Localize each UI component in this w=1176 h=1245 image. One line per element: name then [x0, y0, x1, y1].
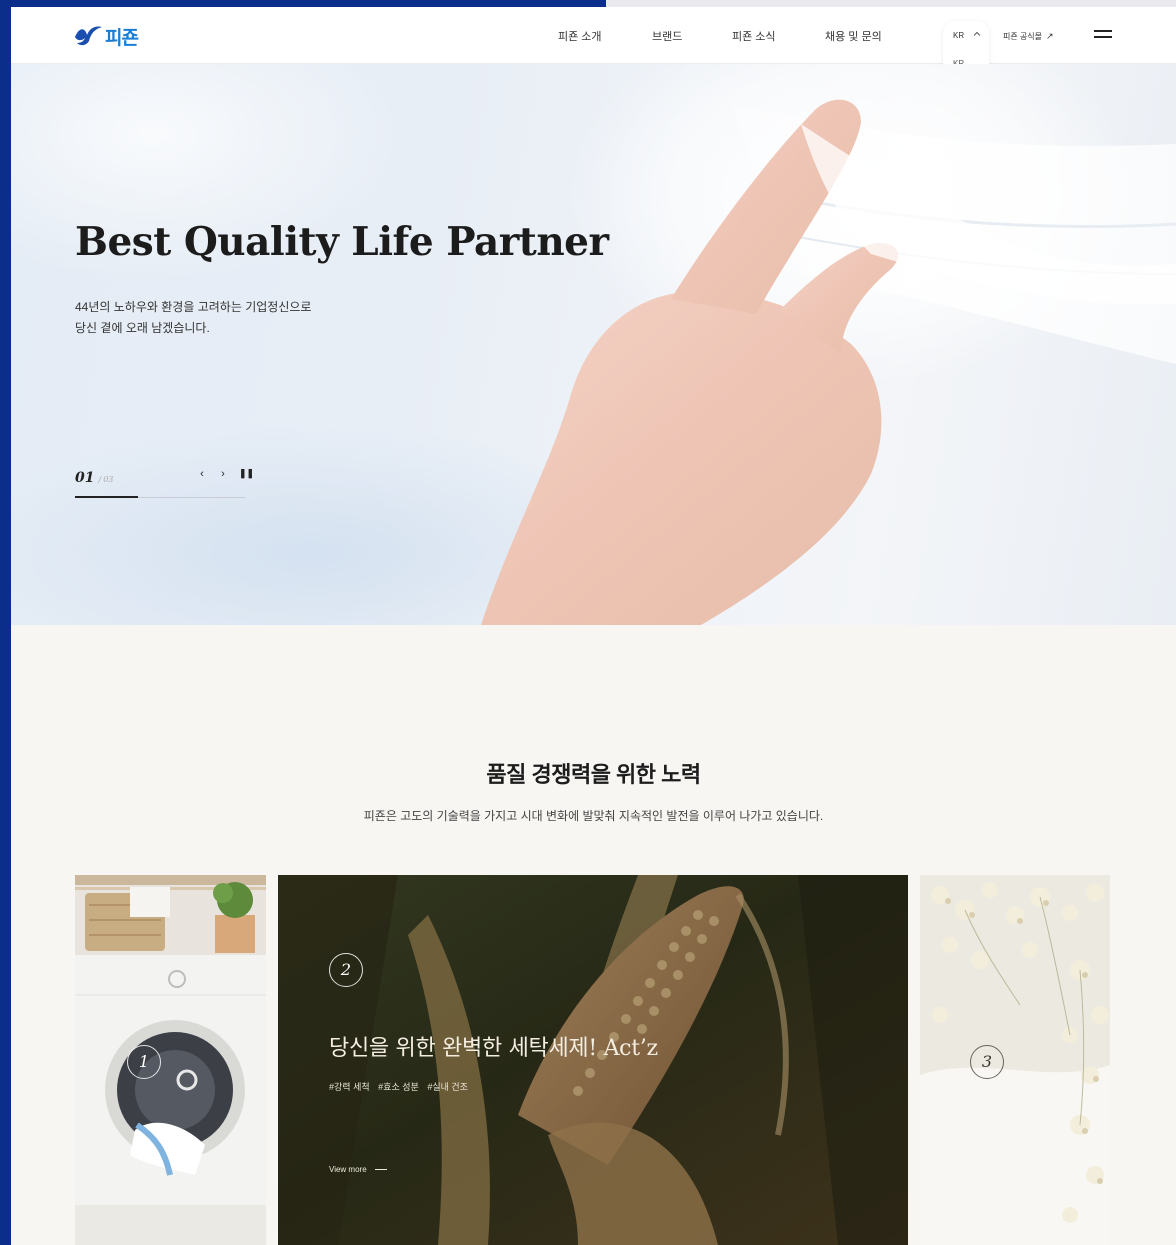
nav-item-about[interactable]: 피죤 소개: [558, 28, 602, 44]
card-tag: #강력 세척: [329, 1082, 370, 1092]
hero-subtitle: 44년의 노하우와 환경을 고려하는 기업정신으로 당신 곁에 오래 남겠습니다…: [75, 297, 435, 339]
nav-item-news[interactable]: 피죤 소식: [732, 28, 776, 44]
card-tags: #강력 세척 #효소 성분 #실내 건조: [329, 1080, 474, 1093]
page-frame-top: [0, 0, 606, 7]
official-shop-label: 피죤 공식몰: [1003, 32, 1043, 41]
washing-machine-image: [75, 875, 266, 1245]
card-number-2: 2: [329, 953, 363, 987]
card-title: 당신을 위한 완벽한 세탁세제! Act’z: [329, 1036, 658, 1061]
slide-pager: 01/03: [75, 467, 113, 486]
chevron-up-icon[interactable]: [973, 30, 981, 40]
hamburger-icon[interactable]: [1094, 30, 1112, 40]
language-current[interactable]: KR: [953, 31, 964, 40]
view-more-label: View more: [329, 1165, 367, 1174]
slide-progress-fill: [75, 496, 139, 498]
pause-icon[interactable]: ❚❚: [239, 468, 254, 480]
next-slide-icon[interactable]: ›: [218, 468, 228, 480]
product-card-3[interactable]: 3: [920, 875, 1110, 1245]
card-tag: #실내 건조: [427, 1082, 468, 1092]
prev-slide-icon[interactable]: ‹: [197, 468, 207, 480]
nav-item-careers-contact[interactable]: 채용 및 문의: [825, 28, 882, 44]
view-more-link[interactable]: View more: [329, 1165, 387, 1174]
babys-breath-flowers-image: [920, 875, 1110, 1245]
slide-controls: ‹ › ❚❚: [197, 468, 254, 480]
site-header: 피죤 피죤 소개 브랜드 피죤 소식 채용 및 문의 KR KR EN 피죤 공…: [11, 7, 1176, 105]
section-subtitle: 피죤은 고도의 기술력을 가지고 시대 변화에 발맞춰 지속적인 발전을 이루어…: [363, 809, 824, 823]
page: 피죤 피죤 소개 브랜드 피죤 소식 채용 및 문의 KR KR EN 피죤 공…: [11, 7, 1176, 1245]
arrow-right-icon: [374, 1169, 387, 1171]
slide-current: 01: [75, 470, 95, 486]
product-card-1[interactable]: 1: [75, 875, 266, 1245]
slide-total: 03: [103, 475, 114, 484]
hero-banner: Best Quality Life Partner 44년의 노하우와 환경을 …: [11, 64, 1176, 625]
section-title: 품질 경쟁력을 위한 노력: [486, 762, 701, 787]
slide-separator: /: [98, 475, 102, 484]
official-shop-link[interactable]: 피죤 공식몰 ↗: [1003, 31, 1054, 42]
hand-holding-fabric-image: [481, 99, 1176, 625]
hero-subtitle-line-1: 44년의 노하우와 환경을 고려하는 기업정신으로: [75, 300, 312, 314]
hero-subtitle-line-2: 당신 곁에 오래 남겠습니다.: [75, 321, 210, 335]
arrow-up-right-icon: ↗: [1046, 31, 1054, 41]
main-nav: 피죤 소개 브랜드 피죤 소식 채용 및 문의: [11, 28, 1176, 44]
nav-item-brand[interactable]: 브랜드: [652, 28, 682, 44]
card-number-3: 3: [970, 1045, 1004, 1079]
page-frame-top-right: [606, 0, 1176, 7]
slide-progress-bar: [75, 496, 246, 498]
card-tag: #효소 성분: [378, 1082, 419, 1092]
hero-title: Best Quality Life Partner: [75, 219, 609, 265]
page-frame-left: [0, 0, 11, 1245]
card-number-1: 1: [127, 1045, 161, 1079]
product-card-2[interactable]: 2 당신을 위한 완벽한 세탁세제! Act’z #강력 세척 #효소 성분 #…: [278, 875, 908, 1245]
